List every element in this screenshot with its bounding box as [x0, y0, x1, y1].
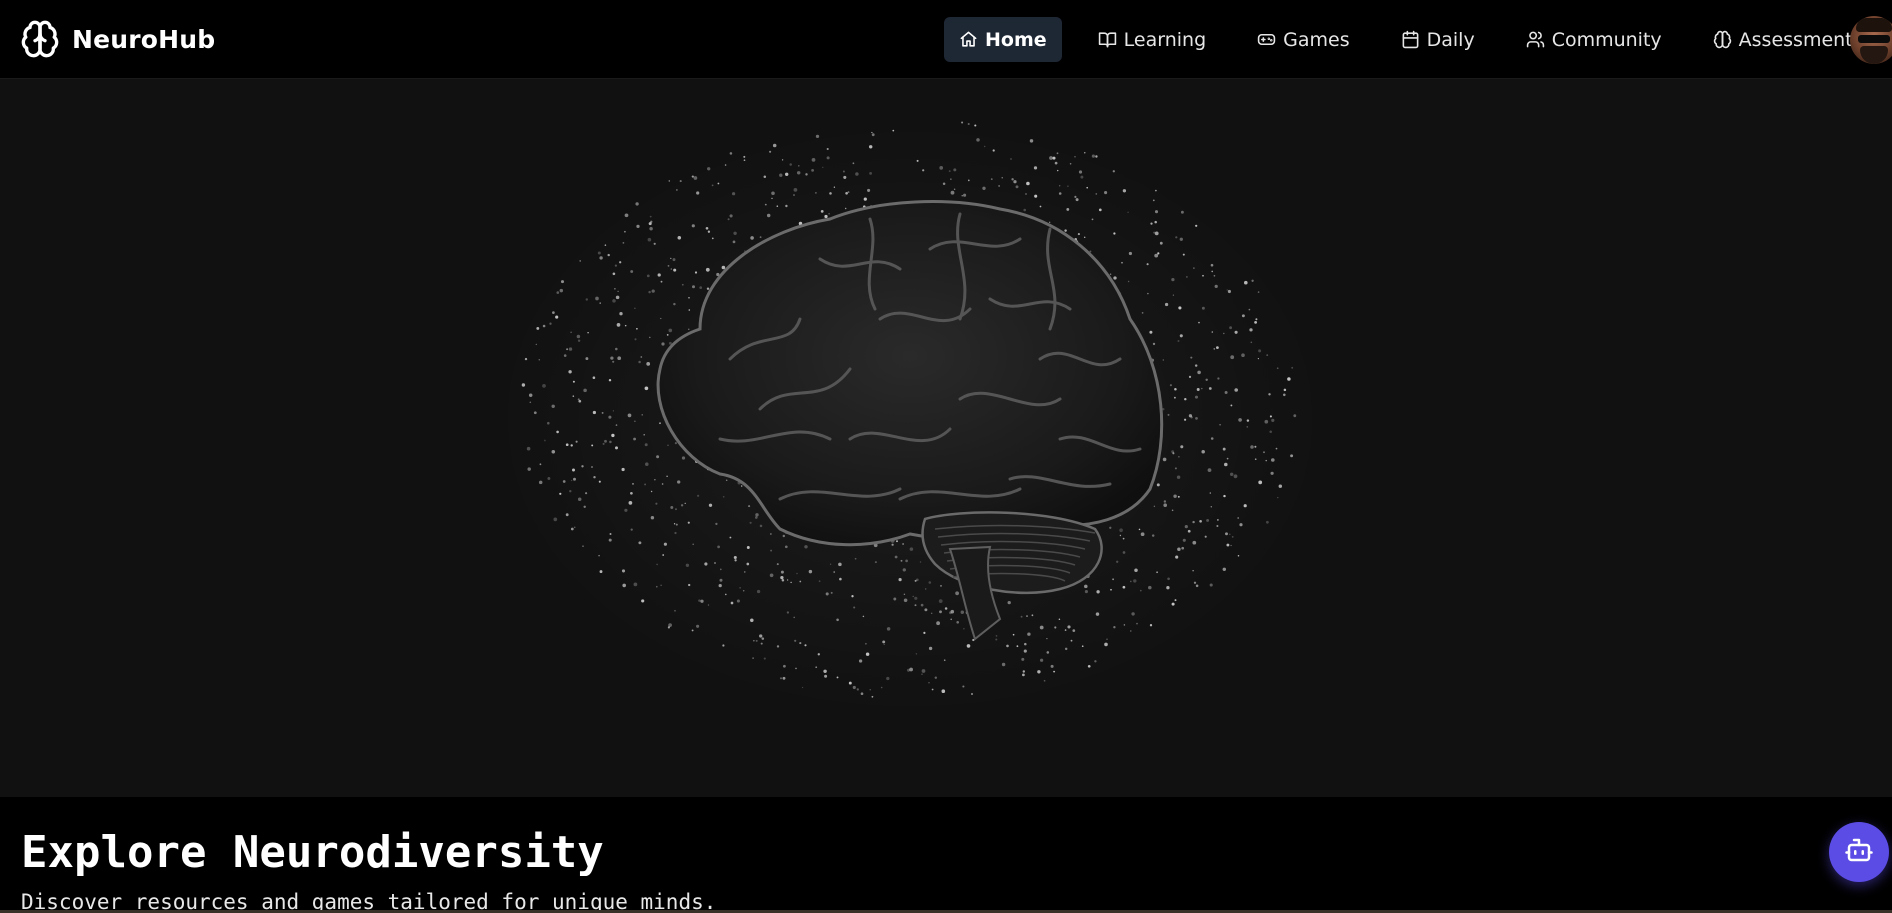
book-icon — [1098, 30, 1117, 49]
nav-item-assessment[interactable]: Assessment — [1698, 17, 1868, 62]
nav-item-learning[interactable]: Learning — [1083, 17, 1222, 62]
particle-brain-illustration — [490, 119, 1330, 719]
intro-section: Explore Neurodiversity Discover resource… — [0, 797, 1892, 913]
nav-item-community[interactable]: Community — [1511, 17, 1677, 62]
nav-item-home[interactable]: Home — [944, 17, 1062, 62]
brain-icon — [1713, 30, 1732, 49]
bot-icon — [1844, 835, 1874, 869]
nav-item-daily[interactable]: Daily — [1386, 17, 1490, 62]
main-nav: Home Learning Games Daily Community Asse… — [944, 17, 1868, 62]
calendar-icon — [1401, 30, 1420, 49]
brain-icon — [20, 19, 60, 59]
user-avatar[interactable] — [1850, 16, 1892, 64]
gamepad-icon — [1257, 30, 1276, 49]
nav-label-learning: Learning — [1123, 28, 1207, 51]
page-title: Explore Neurodiversity — [21, 827, 604, 878]
brand-name: NeuroHub — [72, 24, 216, 54]
top-navbar: NeuroHub Home Learning Games Daily Commu… — [0, 0, 1892, 79]
nav-label-community: Community — [1551, 28, 1662, 51]
nav-label-home: Home — [985, 28, 1047, 51]
page: NeuroHub Home Learning Games Daily Commu… — [0, 0, 1892, 913]
nav-label-games: Games — [1283, 28, 1350, 51]
users-icon — [1526, 30, 1545, 49]
assistant-chat-button[interactable] — [1829, 822, 1889, 882]
nav-item-games[interactable]: Games — [1242, 17, 1364, 62]
nav-label-daily: Daily — [1426, 28, 1475, 51]
nav-label-assessment: Assessment — [1738, 28, 1853, 51]
brand-logo[interactable]: NeuroHub — [20, 19, 215, 59]
home-icon — [959, 30, 978, 49]
hero-section — [0, 79, 1892, 797]
